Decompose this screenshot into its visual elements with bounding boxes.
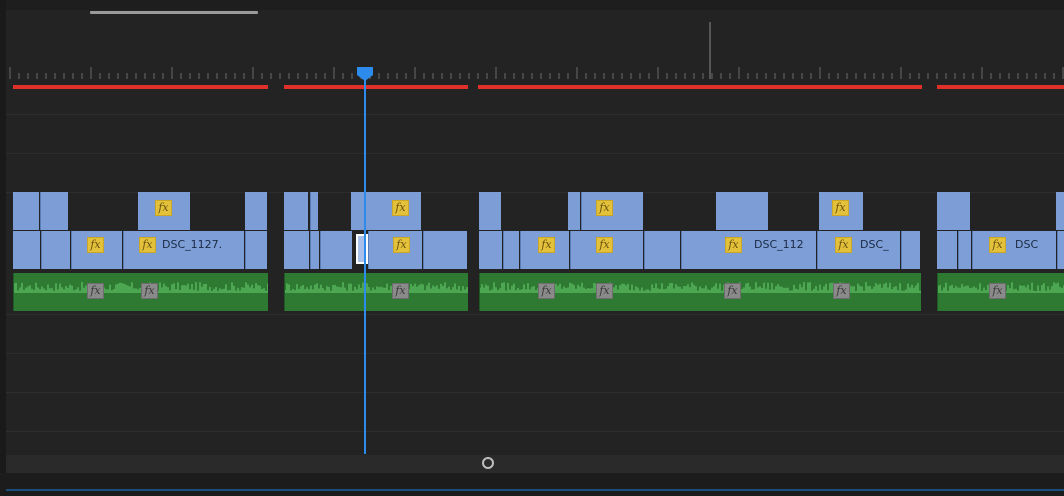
playhead-marker-icon[interactable]: [357, 67, 373, 81]
audio-clip[interactable]: fx fx: [13, 273, 268, 311]
video-clip-v1[interactable]: fx: [570, 231, 643, 269]
video-clip-v1[interactable]: fx DSC: [972, 231, 1056, 269]
render-status-bar: [284, 85, 468, 89]
video-clip-v1[interactable]: fx: [71, 231, 122, 269]
fx-icon: fx: [596, 200, 613, 216]
timeline-header: [6, 0, 1064, 10]
video-clip-v1[interactable]: [423, 231, 467, 269]
fx-icon: fx: [87, 237, 104, 253]
clip-name: DSC_1127.: [162, 238, 223, 251]
video-clip-v2[interactable]: [479, 192, 501, 230]
video-clip-v1[interactable]: [1057, 231, 1064, 269]
video-clip-v1[interactable]: [503, 231, 519, 269]
fx-icon: fx: [833, 283, 850, 299]
video-clip-v2[interactable]: fx: [351, 192, 421, 230]
video-clip-v1[interactable]: [41, 231, 70, 269]
fx-icon: fx: [141, 283, 158, 299]
video-clip-v1[interactable]: [644, 231, 680, 269]
track-divider: [6, 153, 1064, 154]
fx-icon: fx: [724, 283, 741, 299]
video-clip-v1[interactable]: fx DSC_112: [681, 231, 816, 269]
clip-name: DSC: [1015, 238, 1039, 251]
video-clip-v1[interactable]: [310, 231, 319, 269]
fx-icon: fx: [392, 283, 409, 299]
track-divider: [6, 314, 1064, 315]
playhead-line[interactable]: [364, 74, 366, 454]
video-clip-v2[interactable]: fx: [138, 192, 190, 230]
horizontal-scrollbar[interactable]: [6, 455, 1064, 473]
panel-focus-line: [6, 489, 1064, 491]
fx-icon: fx: [538, 237, 555, 253]
video-clip-v2[interactable]: [40, 192, 68, 230]
time-ruler[interactable]: [6, 10, 1064, 90]
fx-icon: fx: [139, 237, 156, 253]
fx-icon: fx: [989, 237, 1006, 253]
fx-icon: fx: [725, 237, 742, 253]
video-clip-v2[interactable]: [568, 192, 580, 230]
video-clip-v2[interactable]: [310, 192, 318, 230]
clip-name: DSC_112: [754, 238, 804, 251]
fx-icon: fx: [596, 283, 613, 299]
render-status-bar: [13, 85, 268, 89]
video-clip-v2[interactable]: [13, 192, 39, 230]
video-clip-v1[interactable]: fx: [368, 231, 422, 269]
fx-icon: fx: [538, 283, 555, 299]
fx-icon: fx: [155, 200, 172, 216]
video-clip-v1[interactable]: fx DSC_1127.: [123, 231, 244, 269]
fx-icon: fx: [832, 200, 849, 216]
circle-handle-icon[interactable]: [482, 457, 494, 469]
video-clip-v1[interactable]: [320, 231, 352, 269]
video-clip-v2[interactable]: fx: [819, 192, 863, 230]
video-clip-v2[interactable]: [245, 192, 267, 230]
video-clip-v1[interactable]: fx: [520, 231, 569, 269]
video-clip-v2[interactable]: [716, 192, 768, 230]
audio-clip[interactable]: fx: [284, 273, 468, 311]
fx-icon: fx: [392, 200, 409, 216]
video-clip-v1[interactable]: [901, 231, 920, 269]
video-clip-v1[interactable]: fx DSC_: [817, 231, 900, 269]
clip-name: DSC_: [860, 238, 889, 251]
video-clip-v1[interactable]: [958, 231, 971, 269]
track-divider: [6, 353, 1064, 354]
fx-icon: fx: [989, 283, 1006, 299]
video-clip-v1[interactable]: [13, 231, 40, 269]
fx-icon: fx: [393, 237, 410, 253]
video-clip-v1[interactable]: [937, 231, 957, 269]
fx-icon: fx: [835, 237, 852, 253]
render-status-bar: [937, 85, 1064, 89]
selected-edit-point[interactable]: [356, 234, 368, 264]
time-ruler-ticks: [9, 22, 1064, 89]
video-clip-v2[interactable]: [284, 192, 308, 230]
panel-footer: [0, 473, 1064, 496]
track-divider: [6, 114, 1064, 115]
render-status-bar: [478, 85, 922, 89]
audio-clip[interactable]: fx fx fx fx: [479, 273, 921, 311]
video-clip-v1[interactable]: [284, 231, 309, 269]
video-clip-v1[interactable]: [245, 231, 267, 269]
video-clip-v1[interactable]: [479, 231, 502, 269]
video-clip-v2[interactable]: fx: [581, 192, 643, 230]
video-clip-v2[interactable]: [937, 192, 970, 230]
video-clip-v2[interactable]: [1056, 192, 1064, 230]
audio-waveform: [285, 282, 468, 293]
audio-clip[interactable]: fx: [937, 273, 1064, 311]
track-divider: [6, 431, 1064, 432]
fx-icon: fx: [87, 283, 104, 299]
timeline-panel[interactable]: fx fx fx fx fx fx DSC_1127. fx fx fx fx …: [0, 0, 1064, 496]
fx-icon: fx: [596, 237, 613, 253]
track-divider: [6, 392, 1064, 393]
